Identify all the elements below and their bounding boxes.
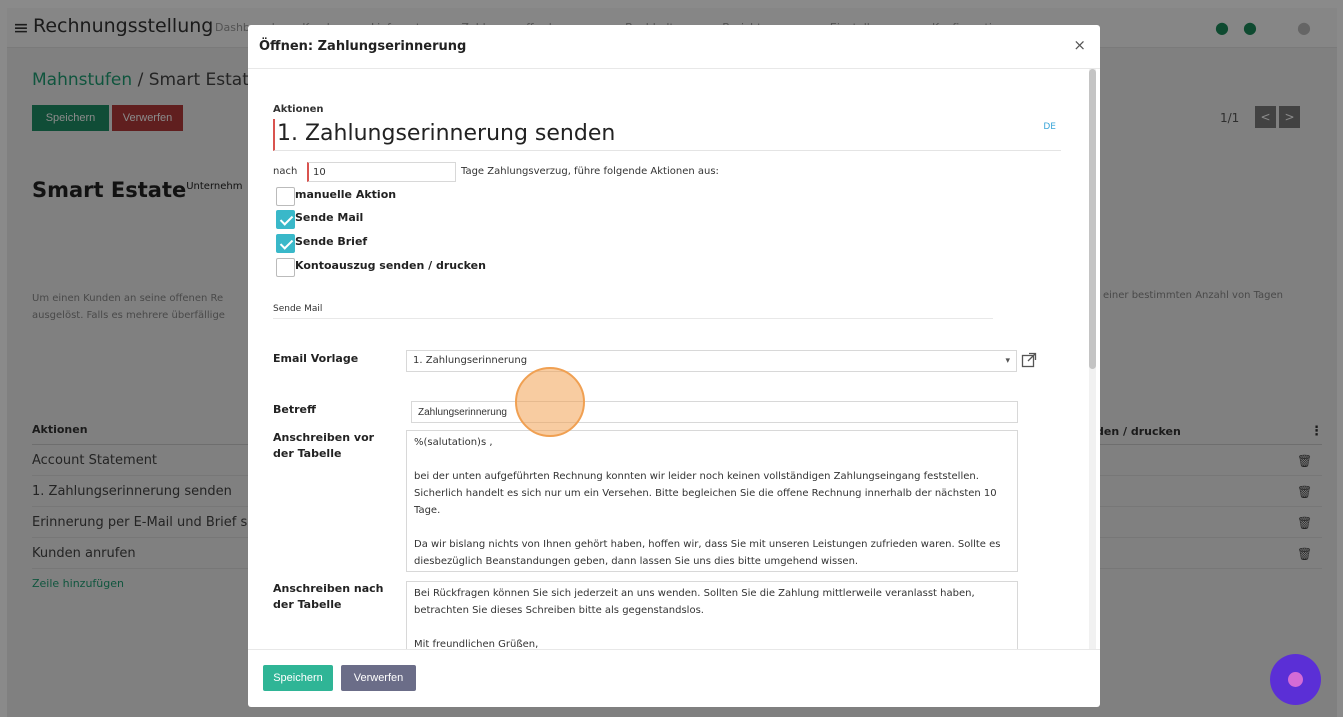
- checkbox[interactable]: [276, 187, 295, 206]
- dialog-title: Öffnen: Zahlungserinnerung: [259, 39, 467, 54]
- checkbox[interactable]: [276, 234, 295, 253]
- after-label: nach: [273, 166, 298, 177]
- days-input[interactable]: [307, 162, 456, 182]
- email-template-value: 1. Zahlungserinnerung: [413, 355, 528, 366]
- email-template-label: Email Vorlage: [273, 352, 359, 365]
- dialog-discard-button[interactable]: Verwerfen: [341, 665, 416, 691]
- textarea-paragraph: bei der unten aufgeführten Rechnung konn…: [414, 471, 997, 516]
- chevron-down-icon[interactable]: ▾: [1005, 351, 1010, 371]
- after-table-label: Anschreiben nach der Tabelle: [273, 582, 384, 611]
- textarea-paragraph: Bei Rückfragen können Sie sich jederzeit…: [414, 588, 975, 616]
- open-dialog: Öffnen: Zahlungserinnerung × Aktionen 1.…: [248, 25, 1100, 707]
- action-name-field[interactable]: 1. Zahlungserinnerung senden DE: [273, 119, 1061, 151]
- checkbox-label: Sende Brief: [295, 235, 368, 248]
- before-table-textarea[interactable]: %(salutation)s , bei der unten aufgeführ…: [406, 430, 1018, 572]
- close-icon[interactable]: ×: [1073, 36, 1086, 54]
- textarea-paragraph: %(salutation)s ,: [414, 437, 493, 448]
- days-text: Tage Zahlungsverzug, führe folgende Akti…: [461, 166, 719, 177]
- textarea-paragraph: Mit freundlichen Grüßen, %(user_signatur…: [414, 639, 539, 649]
- action-name-value: 1. Zahlungserinnerung senden: [277, 121, 616, 146]
- external-link-svg: [1021, 352, 1037, 368]
- scrollbar-thumb[interactable]: [1089, 69, 1096, 369]
- language-tag[interactable]: DE: [1043, 121, 1056, 133]
- dialog-scrollbar[interactable]: [1089, 69, 1096, 649]
- email-template-select[interactable]: 1. Zahlungserinnerung ▾: [406, 350, 1017, 372]
- checkbox-label: manuelle Aktion: [295, 188, 397, 201]
- checkbox-label: Kontoauszug senden / drucken: [295, 259, 486, 272]
- dialog-save-button[interactable]: Speichern: [263, 665, 333, 691]
- textarea-paragraph: Da wir bislang nichts von Ihnen gehört h…: [414, 539, 1001, 567]
- dialog-footer: Speichern Verwerfen: [248, 649, 1100, 707]
- section-divider: [273, 318, 993, 319]
- checkbox-label: Sende Mail: [295, 211, 364, 224]
- chat-icon[interactable]: [1270, 654, 1321, 705]
- before-table-label: Anschreiben vor der Tabelle: [273, 431, 375, 460]
- mail-section-label: Sende Mail: [273, 304, 323, 314]
- checkbox[interactable]: [276, 258, 295, 277]
- checkbox[interactable]: [276, 210, 295, 229]
- subject-label: Betreff: [273, 403, 316, 416]
- dialog-header: Öffnen: Zahlungserinnerung ×: [248, 25, 1100, 69]
- external-link-icon[interactable]: [1021, 352, 1037, 371]
- chat-dot: [1288, 672, 1303, 687]
- dialog-body: Aktionen 1. Zahlungserinnerung senden DE…: [248, 69, 1088, 649]
- subject-input[interactable]: [411, 401, 1018, 423]
- after-table-textarea[interactable]: Bei Rückfragen können Sie sich jederzeit…: [406, 581, 1018, 649]
- actions-section-label: Aktionen: [273, 104, 324, 115]
